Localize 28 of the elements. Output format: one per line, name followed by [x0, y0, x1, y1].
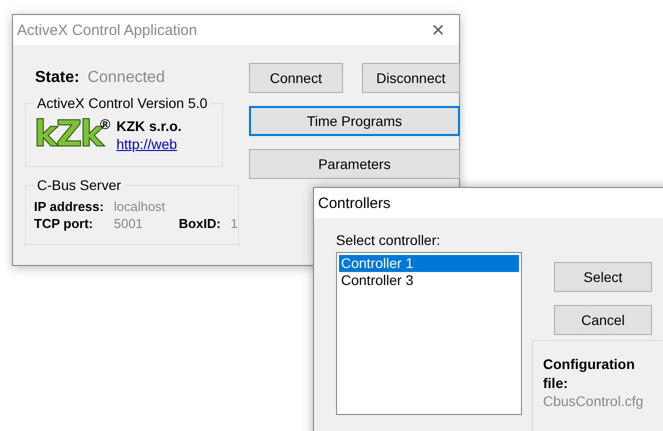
ip-label: IP address: [34, 198, 104, 215]
controller-list[interactable]: Controller 1 Controller 3 [336, 252, 522, 415]
action-button[interactable]: Connect [248, 63, 343, 93]
action-button[interactable]: Time Programs [248, 106, 460, 136]
action-button[interactable]: Disconnect [362, 63, 460, 93]
dialog-title: Controllers [318, 194, 391, 212]
state-label: State: [35, 69, 80, 87]
group-title: C-Bus Server [34, 177, 124, 193]
list-label: Select controller: [336, 232, 442, 248]
ip-value: localhost [114, 198, 166, 215]
close-button[interactable]: ✕ [423, 20, 453, 40]
list-item[interactable]: Controller 1 [339, 255, 519, 272]
port-label: TCP port: [34, 215, 94, 232]
boxid-label: BoxID: [178, 215, 221, 232]
dialog-button[interactable]: Cancel [554, 305, 652, 335]
port-value: 5001 [114, 215, 143, 232]
company-name: KZK s.r.o. [116, 118, 182, 134]
dialog-button[interactable]: Select [554, 262, 652, 292]
config-value: CbusControl.cfg [543, 393, 644, 409]
group-title: ActiveX Control Version 5.0 [34, 95, 210, 111]
config-label: Configuration file: [543, 355, 636, 393]
window-title: ActiveX Control Application [17, 22, 198, 38]
boxid-value: 1 [230, 215, 238, 232]
web-link[interactable]: http://web [116, 136, 182, 152]
list-item[interactable]: Controller 3 [339, 272, 519, 289]
action-button[interactable]: Parameters [248, 149, 460, 179]
logo: kZk [34, 116, 102, 154]
state-value: Connected [87, 69, 165, 87]
